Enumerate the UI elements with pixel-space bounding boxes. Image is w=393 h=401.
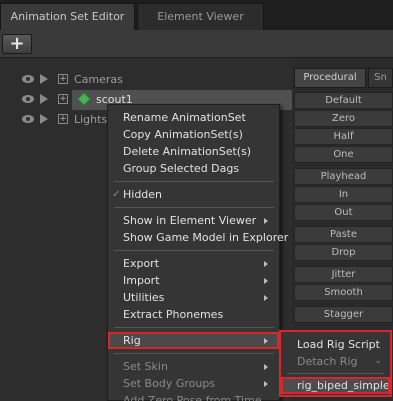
menu-item-hidden-label: Hidden [123, 188, 163, 201]
menu-item-extract-phonemes[interactable]: Extract Phonemes [108, 306, 279, 323]
play-icon[interactable] [40, 94, 48, 104]
context-menu: Rename AnimationSet Copy AnimationSet(s)… [107, 104, 288, 401]
procedural-half-button[interactable]: Half [294, 128, 393, 145]
menu-separator [287, 373, 384, 374]
submenu-arrow-icon [264, 338, 268, 344]
menu-item-hidden[interactable]: ✓ Hidden [108, 186, 279, 203]
menu-item-rig-biped-simple[interactable]: rig_biped_simple [281, 377, 390, 394]
menu-item-set-skin[interactable]: Set Skin [108, 358, 279, 375]
rig-submenu: Load Rig Script Detach Rig ⌄ rig_biped_s… [279, 330, 392, 397]
tab-element-viewer[interactable]: Element Viewer [137, 3, 264, 30]
menu-separator [114, 327, 274, 328]
tree-row-cameras[interactable]: + Cameras [0, 70, 292, 90]
procedural-in-button[interactable]: In [294, 186, 393, 203]
menu-item-import-label: Import [123, 274, 160, 287]
menu-item-set-skin-label: Set Skin [123, 360, 168, 373]
menu-item-show-in-viewer[interactable]: Show in Element Viewer [108, 212, 279, 229]
expand-plus-icon[interactable]: + [58, 94, 68, 104]
menu-item-utilities-label: Utilities [123, 291, 165, 304]
menu-separator [114, 353, 274, 354]
procedural-drop-button[interactable]: Drop [294, 244, 393, 261]
procedural-jitter-button[interactable]: Jitter [294, 266, 393, 283]
menu-item-set-body-groups-label: Set Body Groups [123, 377, 216, 390]
procedural-smooth-button[interactable]: Smooth [294, 284, 393, 301]
panel-tab-bar: Animation Set Editor Element Viewer [0, 0, 393, 30]
play-icon[interactable] [40, 74, 48, 84]
submenu-arrow-icon [264, 381, 268, 387]
submenu-arrow-icon [264, 218, 268, 224]
submenu-arrow-icon [264, 261, 268, 267]
menu-item-rig-label: Rig [123, 334, 141, 347]
submenu-arrow-icon [264, 295, 268, 301]
menu-item-show-game-model[interactable]: Show Game Model in Explorer [108, 229, 288, 246]
menu-item-delete[interactable]: Delete AnimationSet(s) [108, 143, 279, 160]
menu-item-detach-rig-label: Detach Rig [297, 355, 358, 368]
visibility-eye-icon[interactable] [22, 115, 34, 123]
expand-plus-icon[interactable]: + [58, 74, 68, 84]
menu-item-detach-rig[interactable]: Detach Rig ⌄ [281, 353, 390, 370]
expand-plus-icon[interactable]: + [58, 114, 68, 124]
menu-item-export-label: Export [123, 257, 160, 270]
menu-item-rename[interactable]: Rename AnimationSet [108, 109, 279, 126]
menu-item-group[interactable]: Group Selected Dags [108, 160, 279, 177]
tab-secondary[interactable]: Sn [368, 68, 393, 88]
procedural-out-button[interactable]: Out [294, 204, 393, 221]
menu-separator [114, 207, 274, 208]
menu-item-show-in-viewer-label: Show in Element Viewer [123, 214, 257, 227]
toolbar: + [0, 30, 393, 58]
procedural-paste-button[interactable]: Paste [294, 226, 393, 243]
submenu-arrow-icon [264, 278, 268, 284]
menu-item-set-body-groups[interactable]: Set Body Groups [108, 375, 279, 392]
procedural-one-button[interactable]: One [294, 146, 393, 163]
menu-separator [114, 250, 274, 251]
play-icon[interactable] [40, 114, 48, 124]
visibility-eye-icon[interactable] [22, 95, 34, 103]
procedural-default-button[interactable]: Default [294, 92, 393, 109]
procedural-zero-button[interactable]: Zero [294, 110, 393, 127]
chevron-down-icon: ⌄ [374, 356, 382, 366]
add-button[interactable]: + [2, 34, 32, 54]
procedural-stagger-button[interactable]: Stagger [294, 306, 393, 323]
menu-item-load-rig-script[interactable]: Load Rig Script [281, 336, 390, 353]
procedural-playhead-button[interactable]: Playhead [294, 168, 393, 185]
visibility-eye-icon[interactable] [22, 75, 34, 83]
tab-animation-set-editor[interactable]: Animation Set Editor [0, 3, 135, 30]
submenu-arrow-icon [264, 364, 268, 370]
menu-separator [114, 181, 274, 182]
menu-item-export[interactable]: Export [108, 255, 279, 272]
tab-procedural[interactable]: Procedural [294, 68, 366, 88]
menu-item-utilities[interactable]: Utilities [108, 289, 279, 306]
check-icon: ✓ [112, 189, 121, 200]
menu-item-import[interactable]: Import [108, 272, 279, 289]
menu-item-copy[interactable]: Copy AnimationSet(s) [108, 126, 279, 143]
tree-label-lights: Lights [74, 113, 108, 126]
tree-label-cameras: Cameras [74, 73, 123, 86]
menu-item-add-zero-pose[interactable]: Add Zero Pose from Time [108, 392, 279, 401]
menu-item-rig[interactable]: Rig [108, 332, 279, 349]
